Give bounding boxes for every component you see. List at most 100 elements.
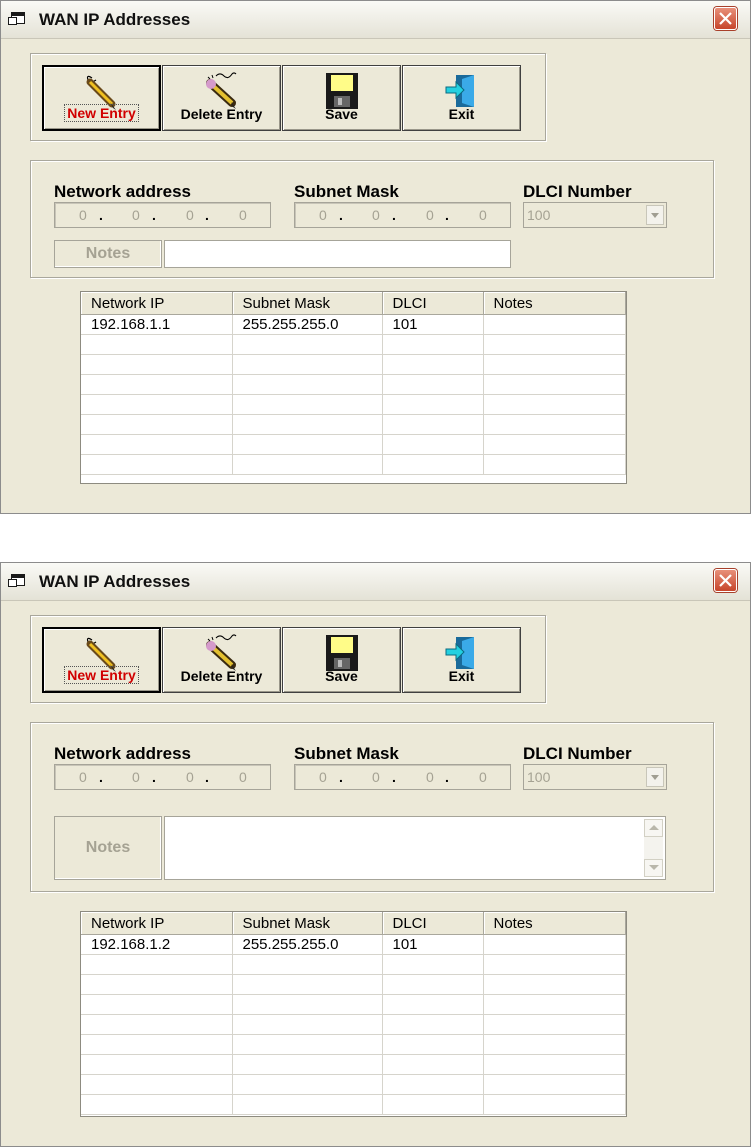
dlci-number-select[interactable]: 100	[523, 764, 667, 790]
close-button[interactable]	[714, 7, 737, 30]
ip-octet: 0	[479, 769, 487, 785]
scroll-up-icon[interactable]	[644, 819, 663, 837]
column-header-network-ip[interactable]: Network IP	[81, 292, 233, 315]
cell-dlci: 101	[382, 314, 484, 335]
subnet-mask-label: Subnet Mask	[294, 744, 399, 763]
empty-row[interactable]	[81, 1054, 626, 1075]
wan-ip-window-1: WAN IP Addresses New Entry Delete Entry	[0, 0, 751, 514]
column-header-dlci[interactable]: DLCI	[382, 912, 484, 935]
ip-octet: 0	[239, 207, 247, 223]
wan-ip-table[interactable]: Network IP Subnet Mask DLCI Notes 192.16…	[80, 291, 627, 484]
save-label: Save	[325, 106, 358, 122]
empty-row[interactable]	[81, 974, 626, 995]
table-row[interactable]: 192.168.1.1 255.255.255.0 101	[81, 314, 626, 335]
ip-octet: 0	[79, 207, 87, 223]
exit-button[interactable]: Exit	[402, 627, 521, 693]
new-entry-button[interactable]: New Entry	[42, 627, 161, 693]
eraser-pencil-icon	[205, 72, 236, 109]
subnet-mask-input[interactable]: 0. 0. 0. 0	[294, 764, 511, 790]
exit-button[interactable]: Exit	[402, 65, 521, 131]
ip-octet: 0	[426, 769, 434, 785]
column-header-network-ip[interactable]: Network IP	[81, 912, 233, 935]
ip-octet: 0	[79, 769, 87, 785]
ip-octet: 0	[132, 769, 140, 785]
save-label: Save	[325, 668, 358, 684]
delete-entry-button[interactable]: Delete Entry	[162, 627, 281, 693]
delete-entry-label: Delete Entry	[180, 106, 263, 122]
notes-label: Notes	[54, 816, 162, 880]
chevron-down-icon[interactable]	[646, 205, 664, 225]
subnet-mask-input[interactable]: 0. 0. 0. 0	[294, 202, 511, 228]
vertical-scrollbar[interactable]	[644, 819, 663, 877]
cell-dlci: 101	[382, 934, 484, 955]
column-header-notes[interactable]: Notes	[483, 292, 626, 315]
notes-textarea[interactable]	[164, 816, 666, 880]
dlci-value: 100	[527, 207, 551, 223]
ip-octet: 0	[186, 207, 194, 223]
title-bar: WAN IP Addresses	[1, 563, 750, 601]
new-entry-label: New Entry	[64, 104, 139, 122]
empty-row[interactable]	[81, 454, 626, 475]
empty-row[interactable]	[81, 994, 626, 1015]
window-title: WAN IP Addresses	[39, 10, 191, 29]
new-entry-button[interactable]: New Entry	[42, 65, 161, 131]
column-header-subnet-mask[interactable]: Subnet Mask	[232, 912, 383, 935]
ip-octet: 0	[426, 207, 434, 223]
scroll-down-icon[interactable]	[644, 859, 663, 877]
cell-notes	[483, 314, 626, 335]
empty-row[interactable]	[81, 394, 626, 415]
dlci-number-label: DLCI Number	[523, 182, 632, 201]
close-icon	[719, 12, 732, 25]
table-row[interactable]: 192.168.1.2 255.255.255.0 101	[81, 934, 626, 955]
window-icon	[8, 574, 25, 587]
notes-label: Notes	[54, 240, 162, 268]
empty-row[interactable]	[81, 434, 626, 455]
dlci-number-label: DLCI Number	[523, 744, 632, 763]
save-button[interactable]: Save	[282, 65, 401, 131]
close-button[interactable]	[714, 569, 737, 592]
exit-door-icon	[445, 637, 474, 669]
subnet-mask-label: Subnet Mask	[294, 182, 399, 201]
column-header-dlci[interactable]: DLCI	[382, 292, 484, 315]
ip-octet: 0	[479, 207, 487, 223]
cell-subnet-mask: 255.255.255.0	[232, 934, 383, 955]
dlci-number-select[interactable]: 100	[523, 202, 667, 228]
window-icon	[8, 12, 25, 25]
exit-door-icon	[445, 75, 474, 107]
empty-row[interactable]	[81, 414, 626, 435]
empty-row[interactable]	[81, 1034, 626, 1055]
eraser-pencil-icon	[205, 634, 236, 671]
empty-row[interactable]	[81, 1094, 626, 1115]
network-address-label: Network address	[54, 744, 191, 763]
column-header-subnet-mask[interactable]: Subnet Mask	[232, 292, 383, 315]
cell-network-ip: 192.168.1.1	[81, 314, 233, 335]
empty-row[interactable]	[81, 1014, 626, 1035]
title-bar: WAN IP Addresses	[1, 1, 750, 39]
ip-octet: 0	[319, 769, 327, 785]
ip-octet: 0	[239, 769, 247, 785]
empty-row[interactable]	[81, 354, 626, 375]
network-address-input[interactable]: 0. 0. 0. 0	[54, 764, 271, 790]
delete-entry-button[interactable]: Delete Entry	[162, 65, 281, 131]
network-address-input[interactable]: 0. 0. 0. 0	[54, 202, 271, 228]
empty-row[interactable]	[81, 374, 626, 395]
chevron-down-icon[interactable]	[646, 767, 664, 787]
floppy-disk-icon	[325, 73, 358, 109]
save-button[interactable]: Save	[282, 627, 401, 693]
floppy-disk-icon	[325, 635, 358, 671]
empty-row[interactable]	[81, 334, 626, 355]
window-title: WAN IP Addresses	[39, 572, 191, 591]
empty-row[interactable]	[81, 954, 626, 975]
close-icon	[719, 574, 732, 587]
wan-ip-table[interactable]: Network IP Subnet Mask DLCI Notes 192.16…	[80, 911, 627, 1117]
network-address-label: Network address	[54, 182, 191, 201]
column-header-notes[interactable]: Notes	[483, 912, 626, 935]
ip-octet: 0	[372, 769, 380, 785]
wan-ip-window-2: WAN IP Addresses New Entry Delete Entry	[0, 562, 751, 1147]
cell-network-ip: 192.168.1.2	[81, 934, 233, 955]
cell-subnet-mask: 255.255.255.0	[232, 314, 383, 335]
notes-input[interactable]	[164, 240, 511, 268]
empty-row[interactable]	[81, 1074, 626, 1095]
ip-octet: 0	[186, 769, 194, 785]
ip-octet: 0	[132, 207, 140, 223]
